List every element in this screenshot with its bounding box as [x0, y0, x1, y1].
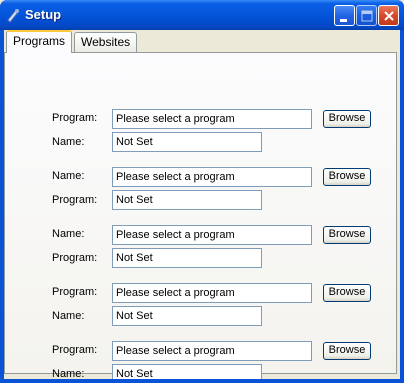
minimize-button[interactable] [334, 5, 355, 26]
row-2-program-field[interactable]: Please select a program [112, 167, 312, 187]
row-1-program-field[interactable]: Please select a program [112, 109, 312, 129]
row-3-browse-button[interactable]: Browse [323, 226, 371, 244]
row-4-label-2: Name: [52, 310, 85, 322]
window-title: Setup [25, 7, 62, 22]
row-4-program-field[interactable]: Please select a program [112, 283, 312, 303]
row-3-label-1: Name: [52, 228, 85, 240]
row-5-browse-button[interactable]: Browse [323, 342, 371, 360]
row-4-browse-button[interactable]: Browse [323, 284, 371, 302]
row-5-label-1: Program: [52, 344, 98, 356]
app-icon [7, 9, 19, 23]
client-area: Programs Websites Program: Please select… [4, 30, 400, 383]
row-1-label-1: Program: [52, 112, 98, 124]
row-1-browse-button[interactable]: Browse [323, 110, 371, 128]
programs-panel: Program: Please select a program Browse … [4, 52, 397, 383]
close-button[interactable] [378, 5, 399, 26]
close-icon [384, 11, 394, 21]
row-3-program-field[interactable]: Please select a program [112, 225, 312, 245]
setup-window: Setup Programs Websites Program: Please … [0, 0, 404, 383]
row-2-browse-button[interactable]: Browse [323, 168, 371, 186]
row-4-name-field[interactable]: Not Set [112, 306, 262, 326]
minimize-icon [340, 19, 347, 22]
title-bar[interactable]: Setup [0, 0, 404, 30]
tab-programs[interactable]: Programs [6, 30, 73, 53]
row-5-program-field[interactable]: Please select a program [112, 341, 312, 361]
row-1-label-2: Name: [52, 136, 85, 148]
row-3-name-field[interactable]: Not Set [112, 248, 262, 268]
maximize-button[interactable] [356, 5, 377, 26]
row-3-label-2: Program: [52, 252, 98, 264]
row-2-label-1: Name: [52, 170, 85, 182]
window-bottom-border [0, 379, 404, 383]
tab-websites[interactable]: Websites [74, 32, 138, 52]
row-4-label-1: Program: [52, 286, 98, 298]
row-2-name-field[interactable]: Not Set [112, 190, 262, 210]
row-2-label-2: Program: [52, 194, 98, 206]
row-1-name-field[interactable]: Not Set [112, 132, 262, 152]
maximize-icon [361, 10, 373, 22]
